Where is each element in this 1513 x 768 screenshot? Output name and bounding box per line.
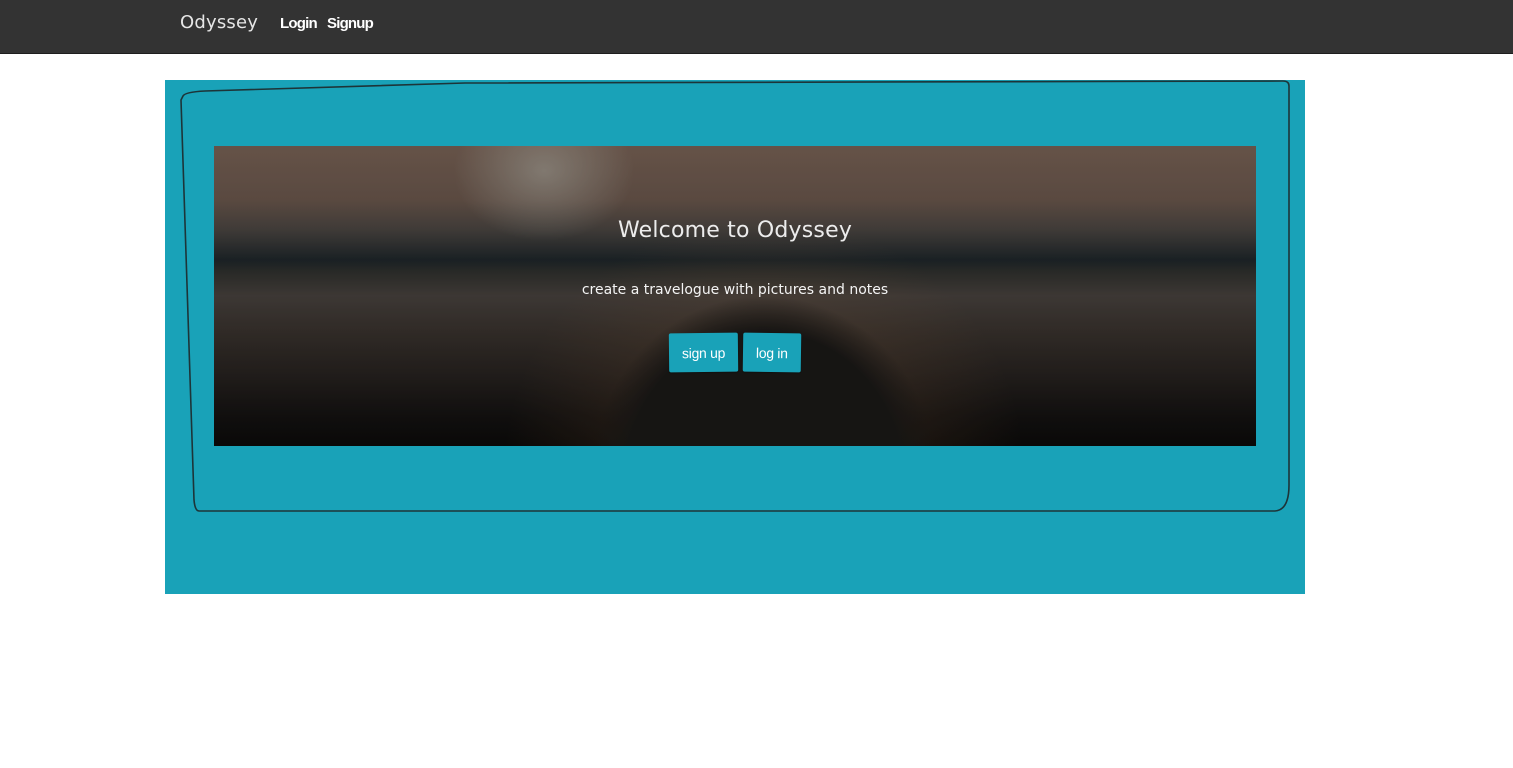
- sign-up-button[interactable]: sign up: [668, 332, 739, 373]
- top-navbar: Odyssey Login Signup: [0, 0, 1513, 54]
- hero-subtitle: create a travelogue with pictures and no…: [581, 282, 889, 298]
- nav-signup-link[interactable]: Signup: [327, 15, 374, 32]
- brand-logo-link[interactable]: Odyssey: [180, 12, 258, 33]
- hero-title: Welcome to Odyssey: [617, 218, 853, 243]
- log-in-button[interactable]: log in: [742, 332, 802, 373]
- hero-banner: Welcome to Odyssey create a travelogue w…: [214, 146, 1256, 446]
- nav-login-link[interactable]: Login: [280, 15, 318, 32]
- hero-button-group: sign up log in: [214, 332, 1256, 373]
- main-panel: Welcome to Odyssey create a travelogue w…: [165, 80, 1305, 594]
